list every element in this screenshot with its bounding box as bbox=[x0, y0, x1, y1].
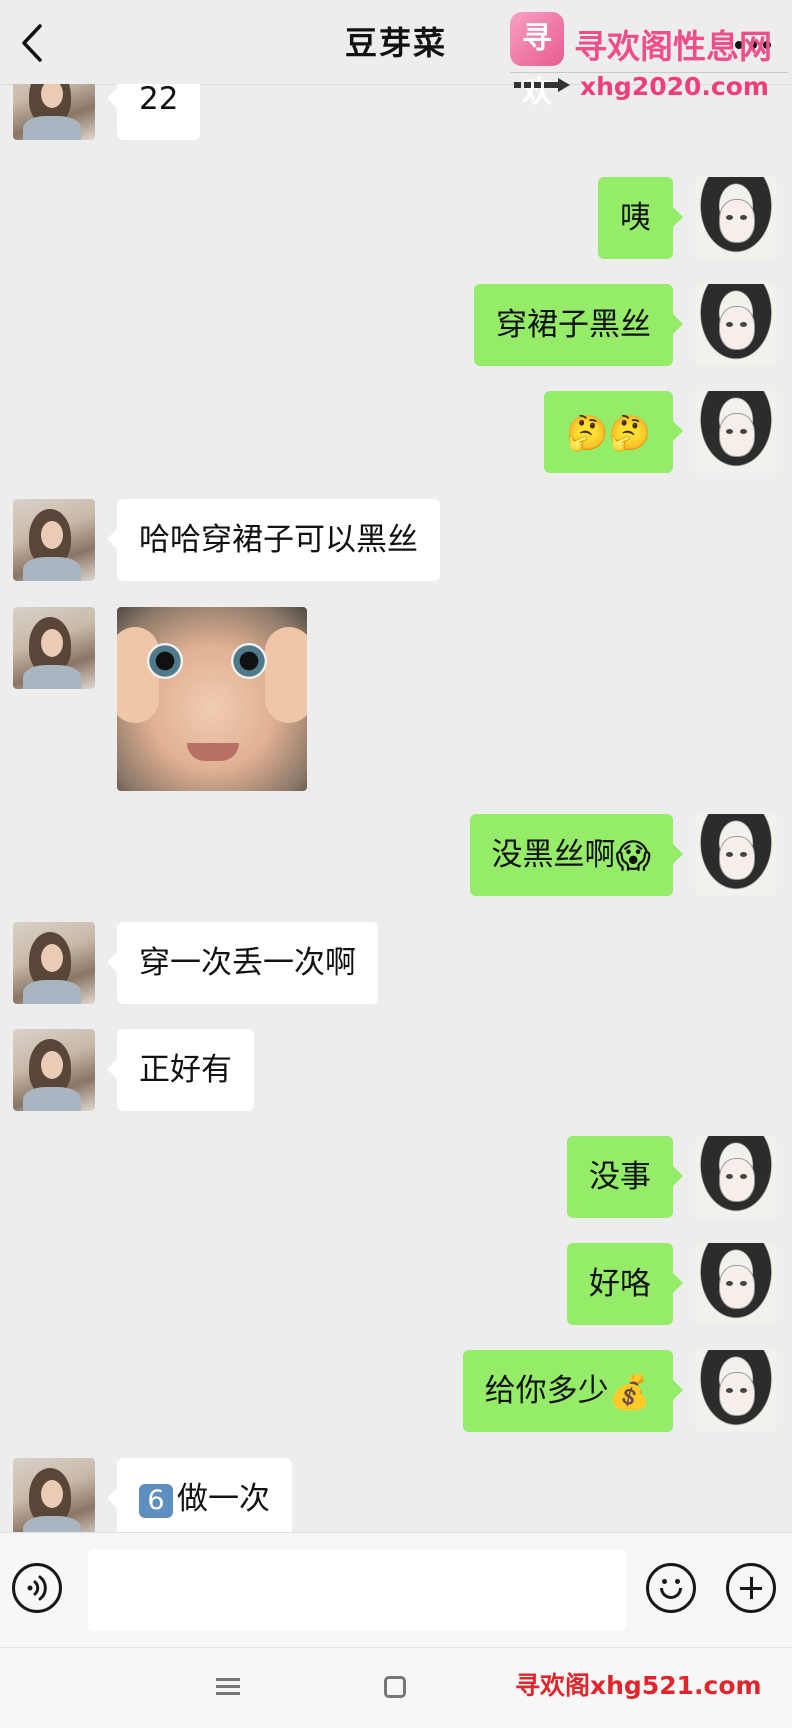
my-avatar[interactable] bbox=[695, 1243, 777, 1325]
menu-icon[interactable] bbox=[216, 1678, 240, 1696]
message-list[interactable]: 22 咦 穿裙子黑丝 🤔🤔 哈哈穿裙子可以黑丝 没黑丝啊😱 穿一次丢一次啊 正好… bbox=[0, 84, 792, 1532]
contact-avatar[interactable] bbox=[13, 1029, 95, 1111]
message-text: 22 bbox=[139, 84, 179, 117]
message-bubble[interactable]: 22 bbox=[106, 84, 201, 140]
emoji-icon[interactable] bbox=[646, 1563, 696, 1613]
message-bubble[interactable]: 正好有 bbox=[107, 1029, 254, 1111]
contact-avatar[interactable] bbox=[13, 499, 95, 581]
message-text: 好咯 bbox=[589, 1266, 651, 1302]
message-bubble[interactable]: 给你多少💰 bbox=[462, 1350, 684, 1432]
message-text: 咦 bbox=[620, 200, 651, 236]
message-input[interactable] bbox=[88, 1549, 626, 1631]
message-text: 给你多少 bbox=[484, 1373, 609, 1409]
scream-emoji-icon: 😱 bbox=[615, 836, 651, 877]
message-bubble[interactable]: 穿裙子黑丝 bbox=[474, 284, 683, 366]
watermark-bottom: 寻欢阁xhg521.com bbox=[515, 1671, 762, 1700]
message-bubble[interactable]: 没事 bbox=[567, 1136, 683, 1218]
message-bubble[interactable]: 🤔🤔 bbox=[544, 391, 683, 473]
message-text: 没事 bbox=[589, 1159, 651, 1195]
thinking-emoji-icon: 🤔🤔 bbox=[566, 413, 651, 454]
message-bubble[interactable]: 咦 bbox=[598, 177, 683, 259]
message-bubble[interactable]: 6 做一次 bbox=[107, 1458, 292, 1532]
message-bubble[interactable]: 哈哈穿裙子可以黑丝 bbox=[107, 499, 440, 581]
money-bag-icon: 💰 bbox=[608, 1372, 651, 1413]
my-avatar[interactable] bbox=[695, 1350, 777, 1432]
message-text: 哈哈穿裙子可以黑丝 bbox=[139, 522, 418, 558]
input-bar bbox=[0, 1532, 792, 1648]
contact-avatar[interactable] bbox=[13, 1458, 95, 1532]
plus-icon[interactable] bbox=[726, 1563, 776, 1613]
message-text: 没黑丝啊 bbox=[491, 837, 616, 873]
voice-icon[interactable] bbox=[12, 1563, 62, 1613]
contact-avatar[interactable] bbox=[13, 922, 95, 1004]
message-text: 穿一次丢一次啊 bbox=[139, 945, 356, 981]
home-square-icon[interactable] bbox=[384, 1676, 406, 1698]
contact-avatar[interactable] bbox=[13, 607, 95, 689]
image-message[interactable] bbox=[117, 607, 307, 791]
contact-avatar[interactable] bbox=[13, 84, 95, 140]
message-text: 正好有 bbox=[139, 1052, 232, 1088]
watermark-name: 寻欢阁性息网 bbox=[574, 27, 772, 66]
watermark-logo: 寻欢 bbox=[510, 12, 564, 110]
message-bubble[interactable]: 没黑丝啊😱 bbox=[469, 814, 684, 896]
system-nav-bar: 寻欢阁xhg521.com bbox=[0, 1647, 792, 1728]
my-avatar[interactable] bbox=[695, 391, 777, 473]
my-avatar[interactable] bbox=[695, 284, 777, 366]
message-bubble[interactable]: 穿一次丢一次啊 bbox=[107, 922, 378, 1004]
my-avatar[interactable] bbox=[695, 177, 777, 259]
keycap-six-icon: 6 bbox=[139, 1483, 173, 1518]
my-avatar[interactable] bbox=[695, 814, 777, 896]
message-bubble[interactable]: 好咯 bbox=[567, 1243, 683, 1325]
message-text: 穿裙子黑丝 bbox=[496, 307, 651, 343]
my-avatar[interactable] bbox=[695, 1136, 777, 1218]
message-text: 做一次 bbox=[177, 1481, 270, 1517]
